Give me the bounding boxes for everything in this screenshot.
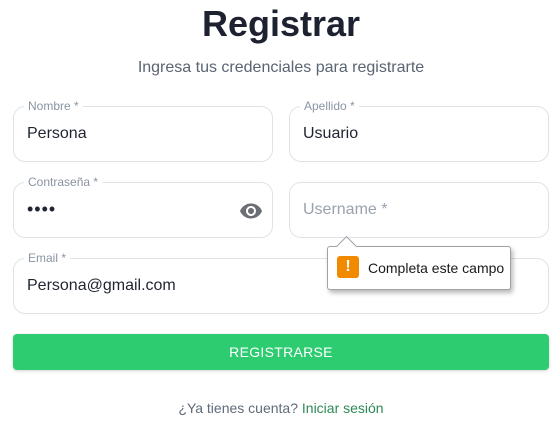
login-prompt-text: ¿Ya tienes cuenta?: [178, 400, 298, 416]
tooltip-text: Completa este campo: [368, 260, 505, 276]
login-prompt: ¿Ya tienes cuenta? Iniciar sesión: [0, 400, 557, 417]
page-subtitle: Ingresa tus credenciales para registrart…: [137, 59, 425, 76]
warning-icon: !: [337, 256, 359, 278]
password-field[interactable]: Contraseña * ••••: [13, 175, 273, 238]
email-label: Email *: [24, 251, 71, 265]
username-field[interactable]: Username *: [289, 182, 549, 238]
tooltip-arrow: [335, 235, 358, 258]
nombre-label: Nombre *: [24, 99, 83, 113]
apellido-label: Apellido *: [300, 99, 359, 113]
validation-tooltip: ! Completa este campo: [327, 235, 511, 290]
register-button[interactable]: REGISTRARSE: [13, 334, 549, 370]
eye-icon[interactable]: [238, 198, 264, 224]
apellido-field[interactable]: Apellido * Usuario: [289, 99, 549, 162]
page-title: Registrar: [201, 3, 361, 44]
password-value: ••••: [27, 199, 57, 219]
nombre-value: Persona: [27, 125, 87, 142]
password-label: Contraseña *: [24, 175, 103, 189]
email-value: Persona@gmail.com: [27, 277, 176, 294]
nombre-field[interactable]: Nombre * Persona: [13, 99, 273, 162]
apellido-value: Usuario: [303, 125, 359, 142]
login-link[interactable]: Iniciar sesión: [302, 400, 384, 416]
username-placeholder: Username *: [303, 201, 388, 218]
